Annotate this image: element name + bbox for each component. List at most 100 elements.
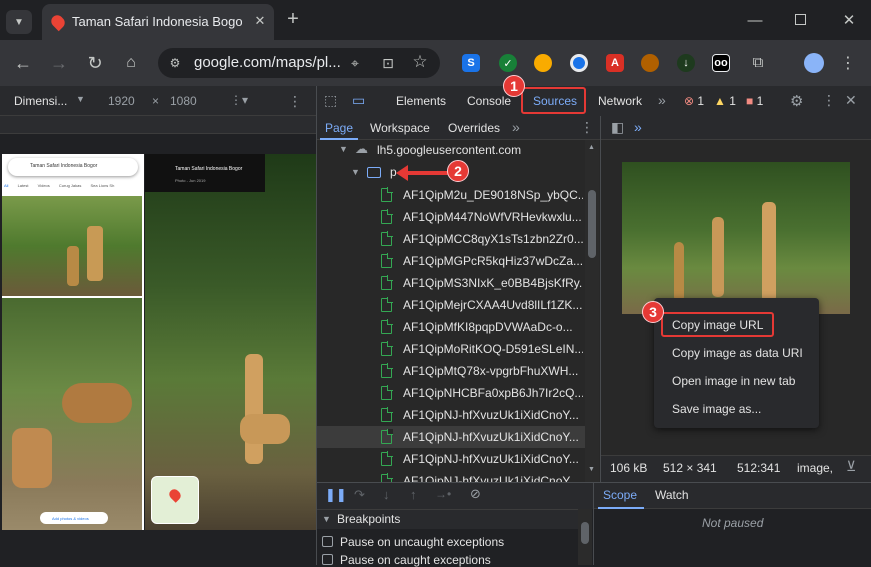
- file-row[interactable]: AF1QipMtQ78x-vpgrbFhuXWH...: [317, 360, 599, 382]
- file-row[interactable]: AF1QipMCC8qyX1sTs1zbn2Zr0...: [317, 228, 599, 250]
- tab-watch[interactable]: Watch: [655, 488, 689, 502]
- add-photos-button[interactable]: Add photos & videos: [40, 512, 108, 524]
- reload-button[interactable]: ↻: [84, 52, 106, 74]
- pause-uncaught-checkbox[interactable]: [322, 536, 333, 547]
- tab-elements[interactable]: Elements: [396, 94, 446, 108]
- chip-sea-lions[interactable]: Sea Lions Sh: [91, 183, 115, 188]
- tab-close-icon[interactable]: ✕: [252, 13, 268, 29]
- maps-search-box[interactable]: Taman Safari Indonesia Bogor: [8, 158, 138, 176]
- debugger-scroll-thumb[interactable]: [581, 522, 589, 544]
- pause-caught-checkbox[interactable]: [322, 554, 333, 565]
- step-3-badge: 3: [642, 301, 664, 323]
- minimize-button[interactable]: —: [745, 10, 765, 30]
- extension-circle-icon[interactable]: [570, 54, 588, 72]
- extension-dark-icon[interactable]: ↓: [677, 54, 695, 72]
- back-button[interactable]: ←: [12, 52, 34, 74]
- more-tabs-icon[interactable]: »: [658, 92, 666, 108]
- device-dropdown-icon[interactable]: ▼: [76, 94, 85, 104]
- tab-console[interactable]: Console: [467, 94, 511, 108]
- viewport-width[interactable]: 1920: [108, 94, 135, 108]
- nav-more-icon[interactable]: »: [512, 119, 520, 135]
- menu-save-image[interactable]: Save image as...: [672, 402, 761, 416]
- menu-copy-data-uri[interactable]: Copy image as data URI: [672, 346, 803, 360]
- file-row[interactable]: AF1QipNJ-hfXvuzUk1iXidCnoY...: [317, 470, 599, 482]
- step-over-icon[interactable]: ↷: [354, 487, 365, 503]
- tab-sources[interactable]: Sources: [533, 94, 577, 108]
- minimap[interactable]: [151, 476, 199, 524]
- tab-search-button[interactable]: ▼: [6, 10, 32, 34]
- tab-scope[interactable]: Scope: [603, 488, 637, 502]
- preview-image[interactable]: [622, 162, 850, 314]
- menu-open-new-tab[interactable]: Open image in new tab: [672, 374, 795, 388]
- maximize-button[interactable]: [795, 14, 806, 25]
- device-menu-icon[interactable]: ⋮: [288, 93, 302, 110]
- file-row[interactable]: AF1QipM447NoWfVRHevkwxlu...: [317, 206, 599, 228]
- chip-videos[interactable]: Videos: [38, 183, 50, 188]
- site-info-icon[interactable]: ⚙: [166, 54, 184, 72]
- inspect-element-icon[interactable]: ⬚: [324, 92, 337, 109]
- giraffe-shape: [12, 428, 52, 488]
- file-row[interactable]: AF1QipNJ-hfXvuzUk1iXidCnoY...: [317, 404, 599, 426]
- pause-icon[interactable]: ❚❚: [325, 487, 347, 503]
- file-row[interactable]: AF1QipMGPcR5kqHiz37wDcZa...: [317, 250, 599, 272]
- file-row[interactable]: AF1QipMS3NIxK_e0BB4BjsKfRy...: [317, 272, 599, 294]
- home-button[interactable]: ⌂: [120, 52, 142, 74]
- device-toggle-icon[interactable]: ▭: [352, 92, 365, 109]
- forward-button[interactable]: →: [48, 52, 70, 74]
- errors-count[interactable]: ⊗ 1: [684, 94, 704, 108]
- toggle-navigator-icon[interactable]: ◧: [611, 119, 624, 136]
- devtools-menu-icon[interactable]: ⋮: [822, 92, 836, 109]
- download-icon[interactable]: ⊻: [846, 458, 856, 475]
- extension-s-icon[interactable]: S: [462, 54, 480, 72]
- chip-latest[interactable]: Latest: [18, 183, 29, 188]
- deactivate-breakpoints-icon[interactable]: ⊘: [470, 486, 481, 502]
- nav-tab-page[interactable]: Page: [325, 121, 353, 135]
- file-row[interactable]: AF1QipNHCBFa0xpB6Jh7Ir2cQ...: [317, 382, 599, 404]
- install-app-icon[interactable]: ⊡: [378, 54, 398, 72]
- location-icon[interactable]: ⌖: [346, 54, 364, 72]
- scroll-up-icon[interactable]: ▲: [588, 144, 595, 151]
- close-window-button[interactable]: ✕: [839, 10, 859, 30]
- file-row[interactable]: AF1QipMoRitKOQ-D591eSLeIN...: [317, 338, 599, 360]
- extension-colorful-icon[interactable]: [534, 54, 552, 72]
- navigator-scroll-thumb[interactable]: [588, 190, 596, 258]
- browser-tab[interactable]: Taman Safari Indonesia Bogor - ✕: [42, 4, 274, 40]
- chip-all[interactable]: All: [4, 183, 8, 188]
- tree-domain-row[interactable]: ▼ ☁ lh5.googleusercontent.com: [317, 140, 599, 162]
- scope-underline: [598, 507, 644, 509]
- devtools-settings-icon[interactable]: ⚙: [790, 92, 803, 110]
- device-select[interactable]: Dimensi...: [14, 94, 67, 108]
- file-row[interactable]: AF1QipNJ-hfXvuzUk1iXidCnoY...: [317, 448, 599, 470]
- file-row[interactable]: AF1QipM2u_DE9018NSp_ybQC...: [317, 184, 599, 206]
- preview-more-icon[interactable]: »: [634, 119, 642, 135]
- tab-network[interactable]: Network: [598, 94, 642, 108]
- devtools-close-icon[interactable]: ✕: [845, 92, 857, 109]
- extension-shield-icon[interactable]: ✓: [499, 54, 517, 72]
- new-tab-button[interactable]: +: [282, 8, 304, 30]
- giraffe-shape: [62, 383, 132, 423]
- warnings-count[interactable]: ▲ 1: [714, 94, 736, 108]
- more-options-icon[interactable]: ⋮▾: [230, 93, 248, 107]
- nav-tab-workspace[interactable]: Workspace: [370, 121, 430, 135]
- extension-eyes-icon[interactable]: oo: [712, 54, 730, 72]
- giraffe-thumbnail-2[interactable]: Add photos & videos: [2, 298, 142, 530]
- file-row[interactable]: AF1QipMfKI8pqpDVWAaDc-o...: [317, 316, 599, 338]
- chrome-menu-icon[interactable]: ⋮: [840, 52, 856, 74]
- nav-tab-overrides[interactable]: Overrides: [448, 121, 500, 135]
- chip-curug[interactable]: Curug Jakas: [59, 183, 81, 188]
- nav-menu-icon[interactable]: ⋮: [580, 119, 594, 136]
- scroll-down-icon[interactable]: ▼: [588, 466, 595, 473]
- step-into-icon[interactable]: ↓: [383, 487, 390, 502]
- extension-pdf-icon[interactable]: A: [606, 54, 624, 72]
- extension-cookie-icon[interactable]: [641, 54, 659, 72]
- extensions-puzzle-icon[interactable]: ⧉: [748, 52, 768, 72]
- bookmark-star-icon[interactable]: ☆: [410, 52, 430, 72]
- issues-count[interactable]: ■ 1: [746, 94, 763, 108]
- giraffe-thumbnail-1[interactable]: [2, 196, 142, 296]
- file-row-selected[interactable]: AF1QipNJ-hfXvuzUk1iXidCnoY...: [317, 426, 599, 448]
- step-out-icon[interactable]: ↑: [410, 487, 417, 502]
- viewport-height[interactable]: 1080: [170, 94, 197, 108]
- profile-avatar[interactable]: [804, 53, 824, 73]
- step-icon[interactable]: →•: [435, 487, 451, 501]
- file-row[interactable]: AF1QipMejrCXAA4Uvd8lILf1ZK...: [317, 294, 599, 316]
